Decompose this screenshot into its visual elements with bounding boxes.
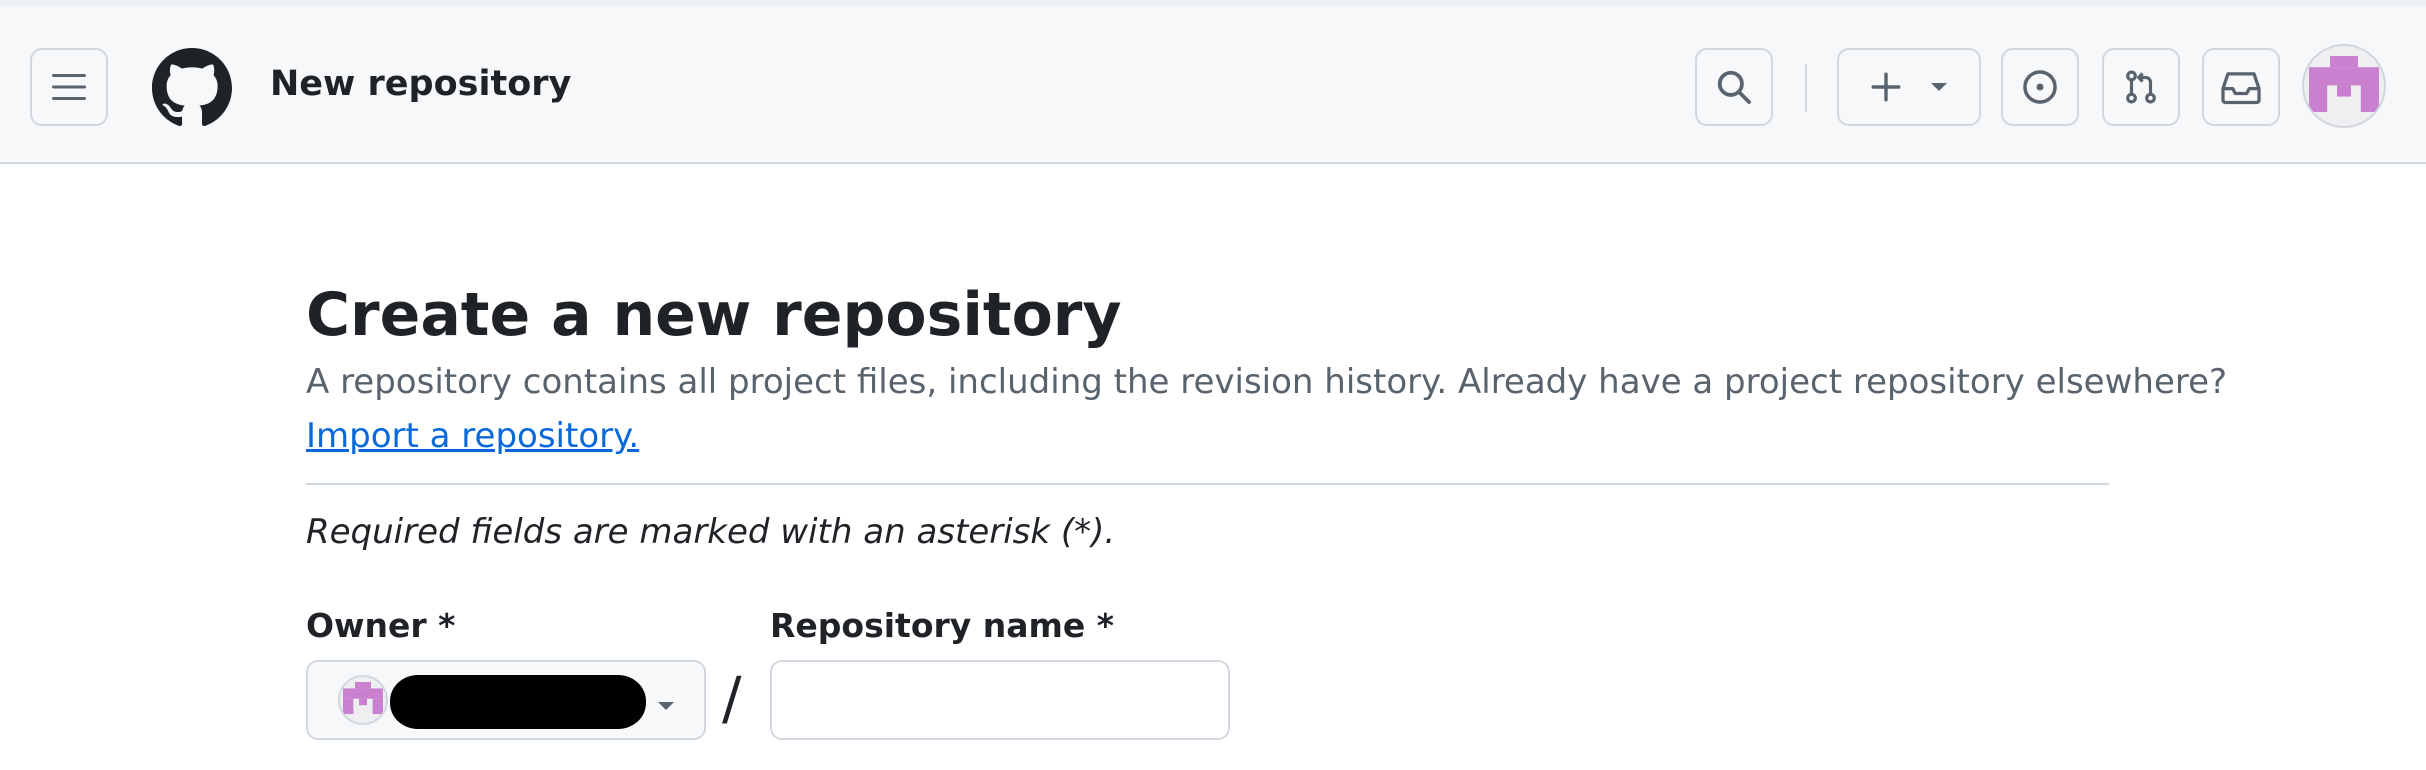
section-divider: [306, 483, 2109, 485]
github-mark-icon: [152, 48, 232, 132]
triangle-down-icon: [1929, 81, 1949, 93]
user-identicon: [343, 682, 383, 718]
owner-select[interactable]: [306, 660, 706, 740]
owner-name-redacted: [390, 675, 646, 729]
hamburger-menu-icon: [51, 72, 87, 102]
repository-name-label: Repository name *: [770, 606, 1115, 645]
search-icon: [1715, 68, 1753, 106]
context-title: New repository: [270, 64, 572, 104]
user-avatar-button[interactable]: [2302, 44, 2386, 128]
pull-requests-button[interactable]: [2102, 48, 2180, 126]
required-fields-note: Required fields are marked with an aster…: [306, 512, 1116, 552]
git-pull-request-icon: [2122, 68, 2160, 106]
owner-avatar: [338, 675, 388, 725]
search-button[interactable]: [1695, 48, 1773, 126]
import-repository-link[interactable]: Import a repository.: [306, 416, 639, 456]
open-global-navigation-button[interactable]: [30, 48, 108, 126]
page-title: Create a new repository: [306, 280, 1122, 350]
header-divider: [1805, 64, 1807, 112]
plus-icon: [1869, 70, 1903, 104]
inbox-icon: [2221, 69, 2261, 105]
repository-name-input[interactable]: [770, 660, 1230, 740]
github-home-link[interactable]: [152, 48, 232, 128]
issue-opened-icon: [2021, 68, 2059, 106]
owner-repo-separator: /: [722, 664, 742, 732]
inbox-button[interactable]: [2202, 48, 2280, 126]
top-header: New repository: [0, 0, 2426, 164]
create-new-button[interactable]: [1837, 48, 1981, 126]
owner-label: Owner *: [306, 606, 456, 645]
page-description: A repository contains all project files,…: [306, 362, 2228, 402]
user-identicon: [2309, 56, 2379, 116]
triangle-down-icon: [656, 697, 676, 716]
issues-button[interactable]: [2001, 48, 2079, 126]
